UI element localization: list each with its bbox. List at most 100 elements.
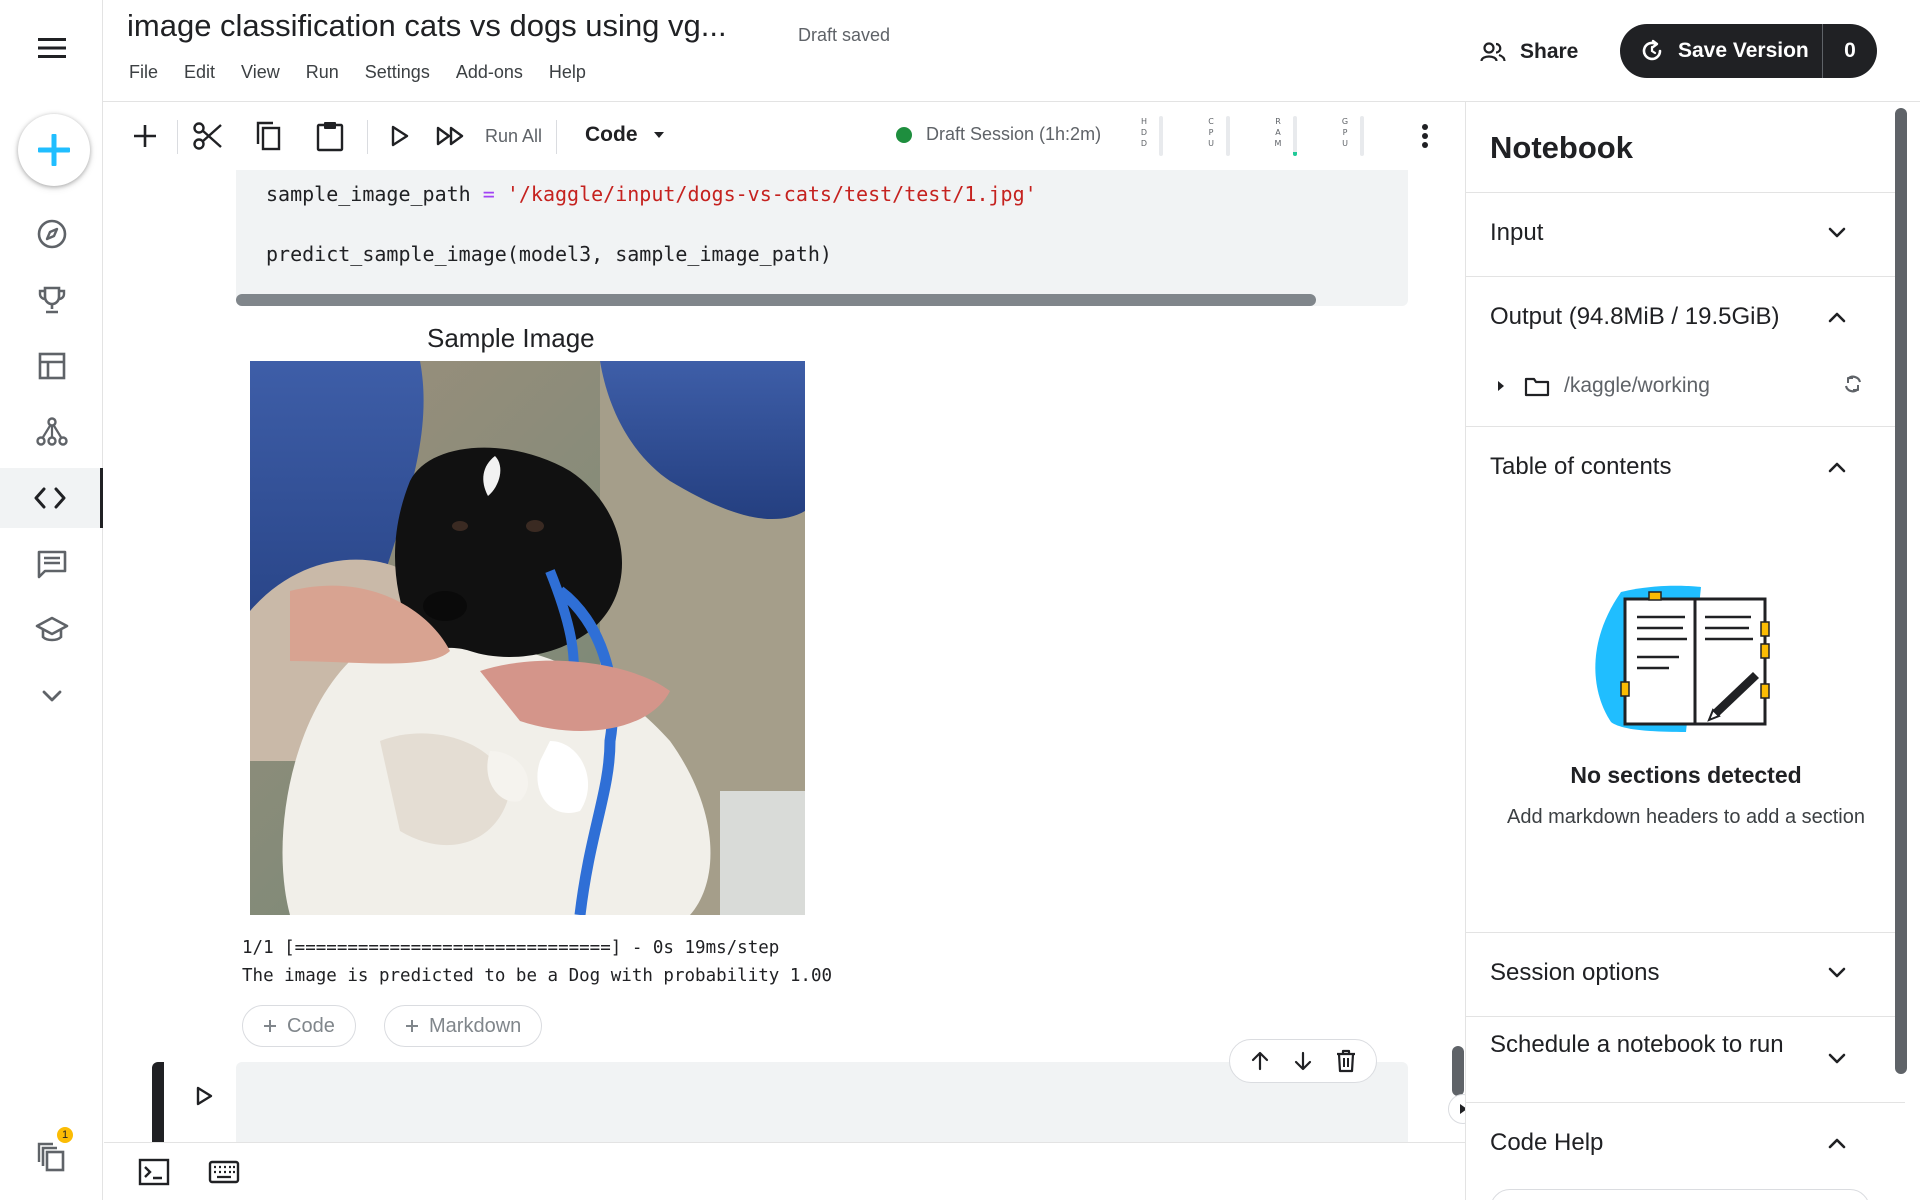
table-icon[interactable] <box>0 336 103 396</box>
session-status[interactable]: Draft Session (1h:2m) <box>926 124 1101 145</box>
output-folder-row[interactable]: /kaggle/working <box>1496 370 1876 402</box>
code-icon[interactable] <box>0 468 103 528</box>
plus-icon <box>264 1020 276 1032</box>
horizontal-scrollbar[interactable] <box>236 294 1316 306</box>
chevron-down-icon[interactable] <box>1823 219 1851 247</box>
caret-down-icon <box>653 132 664 138</box>
menu-run[interactable]: Run <box>306 62 339 83</box>
gpu-meter[interactable]: GPU <box>1340 116 1380 158</box>
hdd-meter[interactable]: HDD <box>1139 116 1179 158</box>
notebook-toolbar: Run All Code Draft Session (1h:2m) HDD C… <box>103 102 1465 170</box>
copy-icon[interactable] <box>248 116 288 156</box>
expand-arrow-icon <box>1498 381 1504 391</box>
section-title[interactable]: Code Help <box>1490 1129 1603 1157</box>
copies-icon[interactable]: 1 <box>0 1127 103 1188</box>
share-label: Share <box>1520 40 1579 63</box>
refresh-icon[interactable] <box>1841 372 1865 396</box>
code-line[interactable]: predict_sample_image(model3, sample_imag… <box>266 242 832 266</box>
plus-icon <box>406 1020 418 1032</box>
add-markdown-label: Markdown <box>429 1014 522 1037</box>
menu-file[interactable]: File <box>129 62 158 83</box>
code-line[interactable]: sample_image_path = '/kaggle/input/dogs-… <box>266 182 1037 206</box>
run-all-icon[interactable] <box>431 116 471 156</box>
panel-scrollbar[interactable] <box>1895 108 1907 1074</box>
learn-icon[interactable] <box>0 600 103 660</box>
save-version-icon <box>1640 39 1664 63</box>
output-image-title: Sample Image <box>427 323 595 353</box>
cpu-meter[interactable]: CPU <box>1206 116 1246 158</box>
console-icon[interactable] <box>136 1157 172 1187</box>
chevron-down-icon[interactable] <box>0 666 103 726</box>
ram-meter[interactable]: RAM <box>1273 116 1313 158</box>
cell-type-value: Code <box>585 123 638 146</box>
section-session-options[interactable]: Session options <box>1466 932 1905 1016</box>
notebook-scrollbar[interactable] <box>1452 1046 1464 1096</box>
add-code-cell-button[interactable]: Code <box>242 1005 356 1047</box>
section-schedule[interactable]: Schedule a notebook to run <box>1466 1016 1905 1102</box>
people-icon <box>1480 41 1506 63</box>
session-status-indicator <box>896 127 912 143</box>
chevron-up-icon[interactable] <box>1823 453 1851 481</box>
output-text-line: The image is predicted to be a Dog with … <box>242 966 833 986</box>
move-down-icon[interactable] <box>1292 1050 1314 1072</box>
menu-bar: File Edit View Run Settings Add-ons Help <box>129 62 612 83</box>
add-markdown-cell-button[interactable]: Markdown <box>384 1005 543 1047</box>
keyboard-icon[interactable] <box>206 1157 242 1187</box>
section-title: Schedule a notebook to run <box>1490 1031 1784 1058</box>
section-title: Session options <box>1490 959 1660 986</box>
menu-settings[interactable]: Settings <box>365 62 430 83</box>
hamburger-menu-icon[interactable] <box>0 18 103 78</box>
more-vert-icon[interactable] <box>1405 116 1445 156</box>
compass-icon[interactable] <box>0 204 103 264</box>
version-count[interactable]: 0 <box>1822 24 1877 78</box>
run-all-button[interactable]: Run All <box>485 126 542 147</box>
save-version-label: Save Version <box>1678 39 1809 62</box>
chevron-down-icon[interactable] <box>1823 959 1851 987</box>
notebook-editor: sample_image_path = '/kaggle/input/dogs-… <box>104 170 1466 1142</box>
trophy-icon[interactable] <box>0 270 103 330</box>
section-code-help: Code Help <box>1466 1102 1905 1200</box>
menu-add-ons[interactable]: Add-ons <box>456 62 523 83</box>
notebook-illustration <box>1591 582 1771 732</box>
notebook-side-panel: Notebook Input Output (94.8MiB / 19.5GiB… <box>1465 102 1905 1200</box>
section-title[interactable]: Output (94.8MiB / 19.5GiB) <box>1490 303 1779 331</box>
chevron-up-icon[interactable] <box>1823 1129 1851 1157</box>
menu-help[interactable]: Help <box>549 62 586 83</box>
sample-dog-image <box>250 361 805 915</box>
folder-icon <box>1524 377 1550 397</box>
toc-empty-title: No sections detected <box>1570 762 1802 788</box>
cell-actions-toolbar <box>1229 1039 1377 1083</box>
share-button[interactable]: Share <box>1480 32 1578 72</box>
models-icon[interactable] <box>0 402 103 462</box>
chevron-up-icon[interactable] <box>1823 303 1851 331</box>
scissors-icon[interactable] <box>188 116 228 156</box>
run-cell-icon[interactable] <box>188 1080 220 1112</box>
create-icon[interactable] <box>18 114 90 186</box>
trash-icon[interactable] <box>1335 1049 1357 1073</box>
run-cell-icon[interactable] <box>379 116 419 156</box>
section-title[interactable]: Table of contents <box>1490 453 1671 481</box>
menu-view[interactable]: View <box>241 62 280 83</box>
section-title: Input <box>1490 219 1544 246</box>
code-help-search-box[interactable] <box>1490 1189 1870 1200</box>
add-code-label: Code <box>287 1014 335 1037</box>
output-folder-path: /kaggle/working <box>1564 374 1710 397</box>
section-input[interactable]: Input <box>1466 192 1905 276</box>
code-cell[interactable]: sample_image_path = '/kaggle/input/dogs-… <box>236 170 1408 306</box>
move-up-icon[interactable] <box>1249 1050 1271 1072</box>
section-output: Output (94.8MiB / 19.5GiB) <box>1466 276 1905 426</box>
menu-edit[interactable]: Edit <box>184 62 215 83</box>
left-nav-rail: 1 <box>0 0 103 1200</box>
empty-code-cell[interactable] <box>236 1062 1408 1142</box>
add-cell-icon[interactable] <box>125 116 165 156</box>
panel-heading: Notebook <box>1490 130 1633 165</box>
save-version-button[interactable]: Save Version 0 <box>1620 24 1877 78</box>
cell-type-select[interactable]: Code <box>585 123 666 147</box>
active-cell-marker <box>152 1062 164 1142</box>
paste-icon[interactable] <box>310 116 350 156</box>
notebook-title[interactable]: image classification cats vs dogs using … <box>127 8 727 44</box>
notification-badge: 1 <box>57 1127 73 1143</box>
toc-empty-subtitle: Add markdown headers to add a section <box>1507 806 1865 828</box>
chevron-down-icon[interactable] <box>1823 1045 1851 1073</box>
comments-icon[interactable] <box>0 534 103 594</box>
